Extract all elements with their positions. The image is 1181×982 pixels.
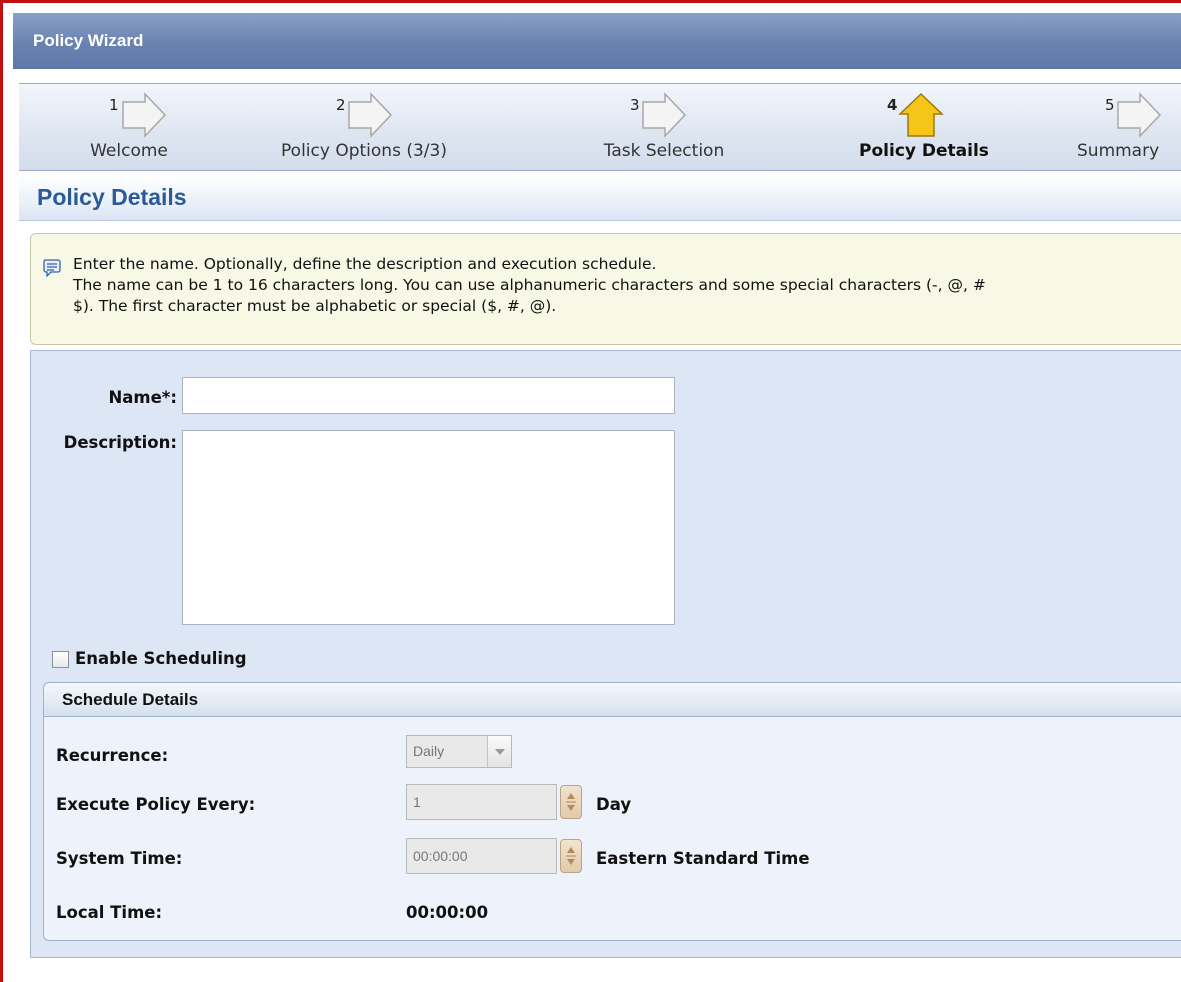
- enable-scheduling-checkbox[interactable]: [52, 651, 69, 668]
- step-active-arrow-icon: [898, 92, 944, 137]
- wizard-frame: Policy Wizard 1 Welcome 2 Policy Options…: [0, 0, 1181, 982]
- execute-every-label: Execute Policy Every:: [56, 795, 256, 814]
- description-textarea[interactable]: [182, 430, 675, 625]
- step-number: 3: [630, 96, 640, 114]
- step-arrow-icon: [122, 92, 167, 138]
- recurrence-select[interactable]: Daily: [406, 735, 512, 768]
- step-label: Policy Options (3/3): [281, 141, 447, 161]
- section-header: Policy Details: [19, 175, 1181, 221]
- schedule-details-panel: Schedule Details Recurrence: Daily Execu…: [43, 682, 1181, 941]
- local-time-label: Local Time:: [56, 903, 163, 922]
- spinner-arrows-icon: [566, 793, 576, 811]
- step-arrow-icon: [642, 92, 687, 138]
- step-label: Welcome: [90, 141, 168, 161]
- description-label: Description:: [63, 433, 177, 452]
- step-arrow-icon: [1117, 92, 1162, 138]
- execute-every-unit: Day: [596, 795, 632, 814]
- spinner-arrows-icon: [566, 847, 576, 865]
- step-label: Policy Details: [859, 141, 989, 161]
- system-time-stepper[interactable]: [560, 839, 582, 873]
- system-time-zone: Eastern Standard Time: [596, 849, 810, 868]
- info-line-3: $). The first character must be alphabet…: [73, 297, 557, 315]
- wizard-steps-bar: 1 Welcome 2 Policy Options (3/3) 3 Task …: [19, 83, 1181, 171]
- window-title: Policy Wizard: [13, 13, 1181, 69]
- note-icon: [43, 259, 61, 277]
- info-line-1: Enter the name. Optionally, define the d…: [73, 255, 657, 273]
- step-summary[interactable]: 5 Summary: [1077, 84, 1181, 170]
- name-input[interactable]: [182, 377, 675, 414]
- chevron-down-icon[interactable]: [487, 736, 511, 767]
- execute-every-input[interactable]: 1: [406, 784, 557, 820]
- recurrence-value: Daily: [413, 743, 445, 759]
- name-label: Name*:: [108, 388, 177, 407]
- step-arrow-icon: [348, 92, 393, 138]
- recurrence-label: Recurrence:: [56, 746, 169, 765]
- step-policy-options[interactable]: 2 Policy Options (3/3): [259, 84, 469, 170]
- step-number: 4: [887, 96, 898, 114]
- step-number: 1: [109, 96, 119, 114]
- step-label: Summary: [1077, 141, 1160, 161]
- local-time-value: 00:00:00: [406, 903, 489, 922]
- page-title: Policy Details: [37, 184, 187, 210]
- schedule-details-title: Schedule Details: [44, 683, 1181, 717]
- step-welcome[interactable]: 1 Welcome: [59, 84, 199, 170]
- info-message: Enter the name. Optionally, define the d…: [30, 233, 1181, 345]
- step-label: Task Selection: [603, 141, 725, 161]
- step-task-selection[interactable]: 3 Task Selection: [579, 84, 749, 170]
- info-line-2: The name can be 1 to 16 characters long.…: [73, 276, 986, 294]
- execute-every-stepper[interactable]: [560, 785, 582, 819]
- system-time-input[interactable]: 00:00:00: [406, 838, 557, 874]
- enable-scheduling-label: Enable Scheduling: [75, 649, 247, 668]
- step-number: 2: [336, 96, 346, 114]
- system-time-label: System Time:: [56, 849, 183, 868]
- step-number: 5: [1105, 96, 1115, 114]
- step-policy-details[interactable]: 4 Policy Details: [834, 84, 1014, 170]
